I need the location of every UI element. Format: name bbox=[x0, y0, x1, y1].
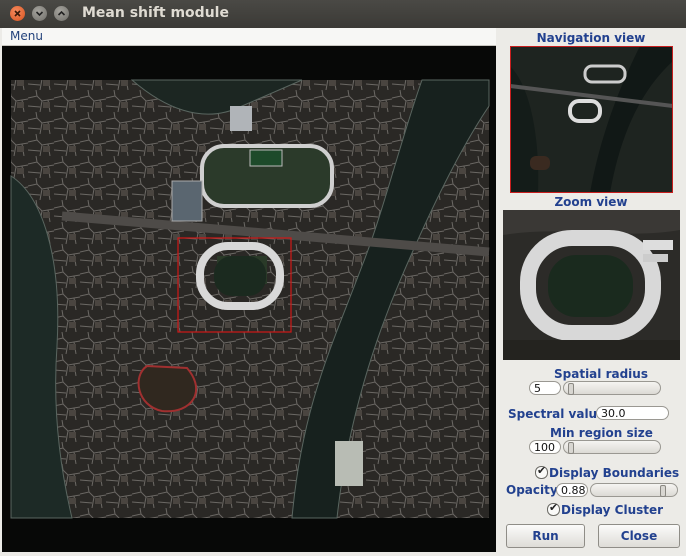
min-region-size-label: Min region size bbox=[550, 426, 653, 440]
spectral-value-label: Spectral value bbox=[508, 407, 606, 421]
display-cluster-label: Display Cluster bbox=[561, 503, 664, 517]
display-cluster-checkbox[interactable]: ✔ bbox=[547, 501, 560, 516]
window-close-icon[interactable] bbox=[10, 6, 25, 21]
display-boundaries-label: Display Boundaries bbox=[549, 466, 680, 480]
checkmark-icon: ✔ bbox=[537, 464, 547, 477]
menu-item-menu[interactable]: Menu bbox=[10, 29, 43, 43]
display-boundaries-checkbox[interactable]: ✔ bbox=[535, 464, 548, 479]
zoom-thumbnail-image bbox=[503, 210, 680, 360]
close-button[interactable]: Close bbox=[598, 524, 680, 548]
min-region-size-slider-handle[interactable] bbox=[568, 442, 574, 454]
window-minimize-icon[interactable] bbox=[32, 6, 47, 21]
window-title: Mean shift module bbox=[82, 5, 229, 21]
spatial-radius-slider[interactable] bbox=[563, 381, 661, 395]
zoom-view[interactable] bbox=[503, 210, 680, 360]
menubar: Menu bbox=[2, 28, 496, 46]
spatial-radius-label: Spatial radius bbox=[554, 367, 648, 381]
window-maximize-icon[interactable] bbox=[54, 6, 69, 21]
segmentation-main-view[interactable] bbox=[2, 46, 496, 552]
opacity-slider[interactable] bbox=[590, 483, 678, 497]
checkmark-icon: ✔ bbox=[549, 501, 559, 514]
opacity-field[interactable]: 0.88 bbox=[556, 483, 588, 497]
zoom-view-label: Zoom view bbox=[554, 195, 628, 209]
window-titlebar: Mean shift module bbox=[0, 0, 686, 28]
opacity-slider-handle[interactable] bbox=[660, 485, 666, 497]
spectral-value-field[interactable]: 30.0 bbox=[596, 406, 669, 420]
run-button[interactable]: Run bbox=[506, 524, 585, 548]
segmented-image bbox=[10, 79, 490, 519]
spatial-radius-slider-handle[interactable] bbox=[568, 383, 574, 395]
navigation-view-label: Navigation view bbox=[536, 31, 646, 45]
navigation-thumbnail-image bbox=[509, 45, 674, 194]
min-region-size-slider[interactable] bbox=[563, 440, 661, 454]
navigation-view[interactable] bbox=[509, 45, 674, 194]
spatial-radius-field[interactable]: 5 bbox=[529, 381, 561, 395]
min-region-size-field[interactable]: 100 bbox=[529, 440, 561, 454]
opacity-label: Opacity bbox=[506, 483, 558, 497]
